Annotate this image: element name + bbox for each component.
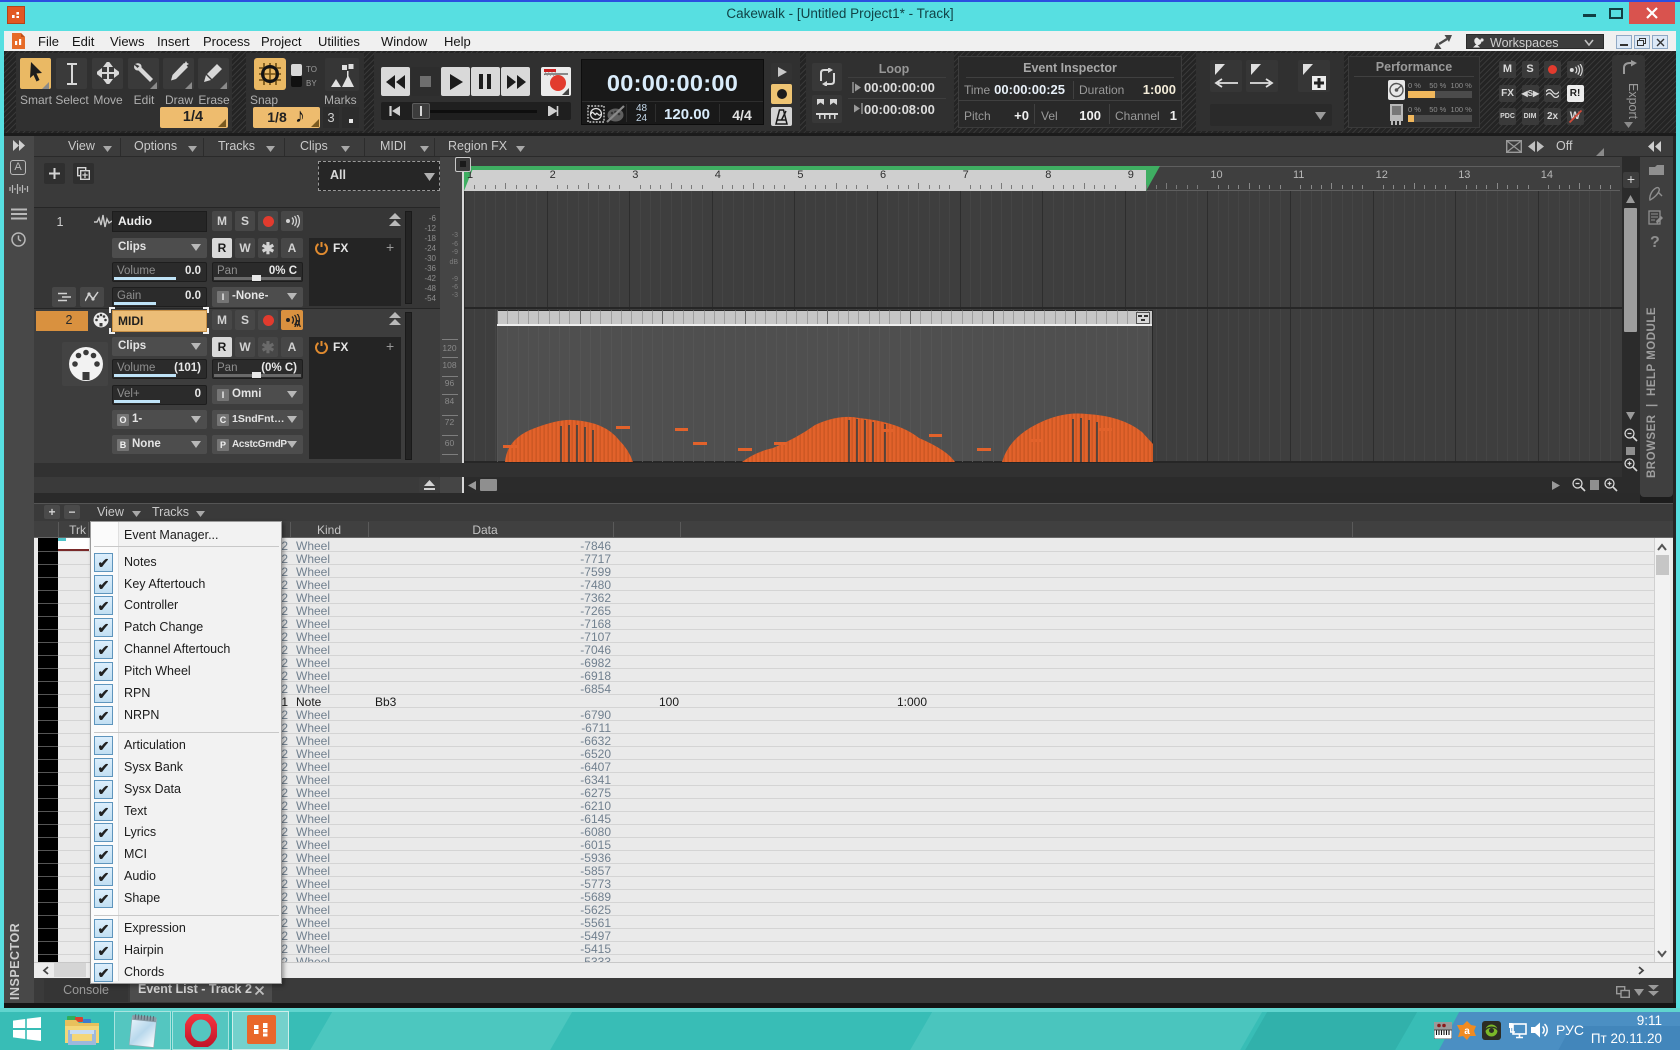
svg-text:a: a xyxy=(1464,1026,1470,1037)
